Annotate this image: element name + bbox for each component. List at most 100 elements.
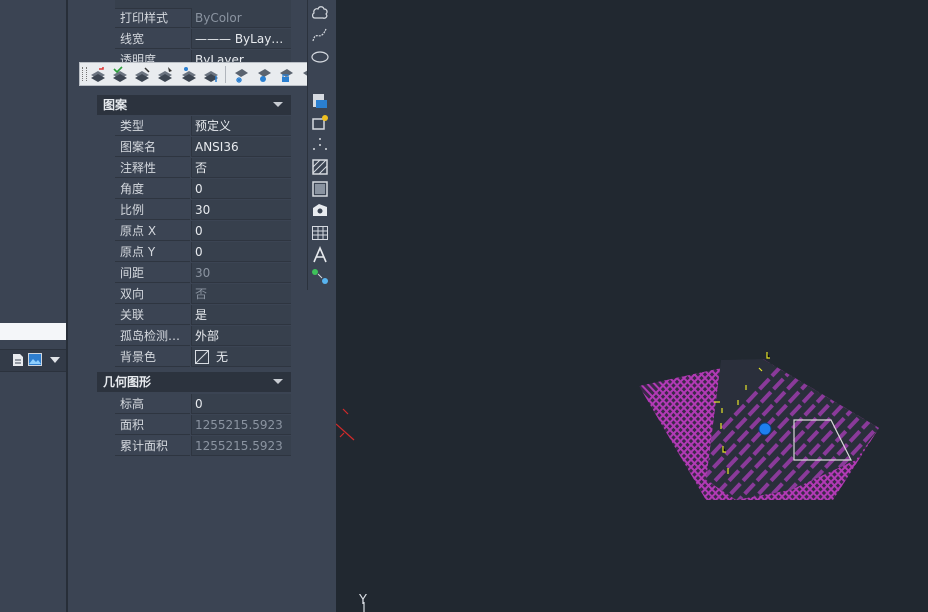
prop-key: 双向	[115, 284, 190, 304]
prop-value: 0	[191, 179, 291, 199]
hatch-line	[900, 340, 928, 520]
hatch-stripe	[916, 340, 928, 520]
layer-lock-icon[interactable]	[277, 66, 295, 83]
prop-value: ByColor	[191, 8, 291, 28]
layer-walk-icon[interactable]	[180, 66, 198, 83]
table-icon[interactable]	[310, 223, 330, 243]
prop-value: 否	[191, 284, 291, 304]
drawing-svg: Y	[336, 340, 928, 612]
prop-key: 原点 X	[115, 221, 190, 241]
prop-row-angle[interactable]: 角度 0	[115, 179, 291, 200]
hatch-stripe	[872, 359, 879, 500]
layer-freeze-icon[interactable]	[232, 66, 250, 83]
toolbar-separator	[225, 66, 226, 83]
prop-key: 线宽	[115, 29, 190, 49]
hatch-line	[914, 340, 928, 520]
ellipse-icon[interactable]	[310, 47, 330, 67]
hatch-line	[921, 340, 928, 520]
hatch-line	[907, 340, 928, 520]
prop-value: 0	[191, 242, 291, 262]
prop-row-origin-x[interactable]: 原点 X 0	[115, 221, 291, 242]
prop-row-elevation[interactable]: 标高 0	[115, 394, 291, 415]
prop-value: 0	[191, 394, 291, 414]
prop-row-origin-y[interactable]: 原点 Y 0	[115, 242, 291, 263]
draw-tool-palette	[307, 0, 332, 290]
layer-merge-icon[interactable]	[202, 66, 220, 83]
prop-key: 累计面积	[115, 436, 190, 456]
hatch-line	[914, 340, 928, 520]
ucs-icon: Y	[358, 593, 367, 612]
revcloud-icon[interactable]	[310, 3, 330, 23]
insert-block-icon[interactable]	[310, 91, 330, 111]
chevron-down-icon[interactable]	[273, 102, 283, 107]
prop-value: 1255215.5923	[191, 415, 291, 435]
prop-row-associative[interactable]: 关联 是	[115, 305, 291, 326]
prop-value: 30	[191, 263, 291, 283]
prop-value: ANSI36	[191, 137, 291, 157]
prop-key: 标高	[115, 394, 190, 414]
left-side-panel	[0, 0, 66, 612]
point-icon[interactable]	[310, 135, 330, 155]
toolbar-grip[interactable]	[82, 67, 87, 81]
layer-match-icon[interactable]	[111, 66, 129, 83]
add-selected-icon[interactable]	[310, 267, 330, 287]
red-axis-marks	[336, 408, 355, 441]
chevron-down-icon[interactable]	[273, 379, 283, 384]
prop-row-pattern-name[interactable]: 图案名 ANSI36	[115, 137, 291, 158]
layer-off-icon[interactable]	[255, 66, 273, 83]
prop-key: 类型	[115, 116, 190, 136]
hatch-line	[878, 359, 879, 500]
drawing-canvas[interactable]: Y	[336, 0, 928, 612]
hatch-line	[921, 340, 928, 520]
prop-key: 原点 Y	[115, 242, 190, 262]
prop-value: ——— ByLay…	[191, 29, 291, 49]
hatch-line	[886, 340, 928, 520]
prop-value: 0	[191, 221, 291, 241]
section-title: 几何图形	[103, 375, 152, 389]
document-icon[interactable]	[12, 353, 24, 367]
hatch-line	[900, 340, 928, 520]
prop-row-annotative[interactable]: 注释性 否	[115, 158, 291, 179]
prop-value: 1255215.5923	[191, 436, 291, 456]
prop-row-plot-style[interactable]: 打印样式 ByColor	[115, 8, 291, 29]
prop-row-island-detection[interactable]: 孤岛检测… 外部	[115, 326, 291, 347]
create-block-icon[interactable]	[310, 113, 330, 133]
layer-copy-icon[interactable]	[156, 66, 174, 83]
hatch-line	[893, 340, 928, 520]
no-fill-swatch-icon	[195, 350, 209, 364]
layer-toolbar: ×	[79, 62, 330, 86]
text-icon[interactable]	[310, 245, 330, 265]
layer-change-icon[interactable]	[133, 66, 151, 83]
hatch-icon[interactable]	[310, 157, 330, 177]
spline-icon[interactable]	[310, 25, 330, 45]
section-title: 图案	[103, 98, 128, 112]
command-input-bar[interactable]	[0, 323, 66, 340]
prop-row-type[interactable]: 类型 预定义	[115, 116, 291, 137]
prop-key: 比例	[115, 200, 190, 220]
prop-value: 预定义	[191, 116, 291, 136]
gradient-icon[interactable]	[310, 179, 330, 199]
image-icon[interactable]	[28, 353, 42, 366]
prop-key: 孤岛检测…	[115, 326, 190, 346]
center-grip[interactable]	[758, 422, 772, 436]
chevron-down-icon[interactable]	[50, 357, 60, 363]
hatch-line	[878, 359, 879, 500]
prop-key: 面积	[115, 415, 190, 435]
prop-value: 30	[191, 200, 291, 220]
prop-row-cumulative-area[interactable]: 累计面积 1255215.5923	[115, 436, 291, 457]
prop-row-background-color[interactable]: 背景色 无	[115, 347, 291, 368]
prop-key: 间距	[115, 263, 190, 283]
region-icon[interactable]	[310, 201, 330, 221]
prop-row-lineweight[interactable]: 线宽 ——— ByLay…	[115, 29, 291, 50]
prop-row-double[interactable]: 双向 否	[115, 284, 291, 305]
prop-key: 图案名	[115, 137, 190, 157]
prop-row-area[interactable]: 面积 1255215.5923	[115, 415, 291, 436]
pattern-section-header[interactable]: 图案	[97, 95, 291, 115]
geometry-section-header[interactable]: 几何图形	[97, 372, 291, 392]
hatch-line	[871, 359, 879, 500]
prop-row-spacing[interactable]: 间距 30	[115, 263, 291, 284]
prop-key: 关联	[115, 305, 190, 325]
prop-row-scale[interactable]: 比例 30	[115, 200, 291, 221]
layer-previous-icon[interactable]	[89, 66, 107, 83]
prop-key: 背景色	[115, 347, 190, 367]
